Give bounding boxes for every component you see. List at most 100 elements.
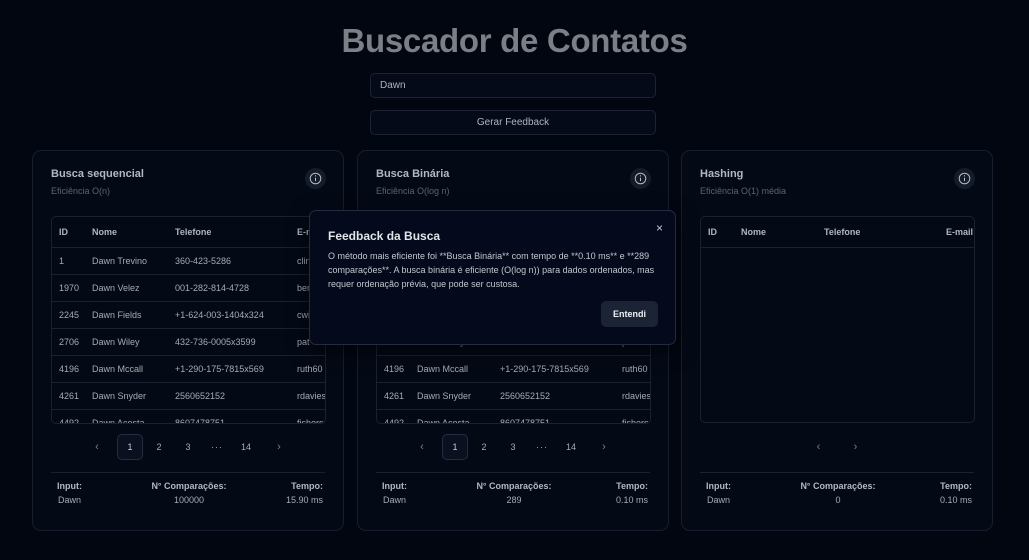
page-button[interactable]: 14 bbox=[233, 434, 259, 460]
pagination: ‹ 1 2 3 ··· 14 › bbox=[358, 434, 668, 460]
next-page-button[interactable]: › bbox=[839, 434, 873, 460]
page-button[interactable]: 1 bbox=[117, 434, 143, 460]
modal-title: Feedback da Busca bbox=[328, 229, 441, 243]
table-row[interactable]: 4492 Dawn Acosta 8607478751 fishers bbox=[377, 409, 650, 423]
column-header-name: Nome bbox=[85, 217, 168, 248]
stat-value: 15.90 ms bbox=[285, 495, 323, 505]
cell-name: Dawn Acosta bbox=[410, 409, 493, 423]
panel-subtitle: Eficiência O(n) bbox=[51, 186, 111, 196]
stat-comparisons: N° Comparações: 0 bbox=[788, 481, 888, 505]
cell-name: Dawn Snyder bbox=[85, 382, 168, 410]
generate-feedback-button[interactable]: Gerar Feedback bbox=[370, 110, 656, 135]
page-button[interactable]: 3 bbox=[175, 434, 201, 460]
cell-phone: +1-290-175-7815x569 bbox=[168, 355, 290, 383]
table-row[interactable]: 2706Dawn Wiley432-736-0005x3599pat bbox=[52, 328, 325, 356]
page-button[interactable]: 3 bbox=[500, 434, 526, 460]
table-header-row: IDNomeTelefoneE-mail bbox=[52, 217, 325, 248]
panel-title: Hashing bbox=[700, 168, 744, 180]
cell-email: rdavies bbox=[290, 382, 325, 410]
panel-subtitle: Eficiência O(log n) bbox=[376, 186, 450, 196]
page-button[interactable]: 2 bbox=[471, 434, 497, 460]
table-row[interactable]: 1970Dawn Velez001-282-814-4728ber bbox=[52, 274, 325, 302]
stat-label: N° Comparações: bbox=[800, 481, 876, 491]
stat-value: 0.10 ms bbox=[615, 495, 648, 505]
cell-email: ruth60 bbox=[290, 355, 325, 383]
divider bbox=[51, 472, 325, 473]
close-icon[interactable]: × bbox=[656, 221, 663, 235]
stat-time: Tempo: 15.90 ms bbox=[286, 481, 323, 505]
cell-id: 4261 bbox=[52, 382, 85, 410]
cell-phone: 8607478751 bbox=[493, 409, 615, 423]
cell-name: Dawn Fields bbox=[85, 301, 168, 329]
table-row[interactable]: 4261 Dawn Snyder 2560652152 rdavies bbox=[377, 382, 650, 410]
column-header-id: ID bbox=[52, 217, 85, 248]
stat-label: Input: bbox=[706, 481, 731, 491]
table-row[interactable]: 2245Dawn Fields+1-624-003-1404x324cwi bbox=[52, 301, 325, 329]
table-row[interactable]: 4196 Dawn Mccall +1-290-175-7815x569 ruth60 bbox=[377, 355, 650, 383]
understood-button[interactable]: Entendi bbox=[601, 301, 658, 327]
stat-label: Tempo: bbox=[291, 481, 323, 491]
panel-subtitle: Eficiência O(1) média bbox=[700, 186, 787, 196]
stat-value: 0.10 ms bbox=[939, 495, 972, 505]
panel-title: Busca sequencial bbox=[51, 168, 144, 180]
stat-value: 100000 bbox=[173, 495, 205, 505]
cell-phone: 2560652152 bbox=[493, 382, 615, 410]
next-page-button[interactable]: › bbox=[587, 434, 621, 460]
page-button[interactable]: 14 bbox=[558, 434, 584, 460]
cell-id: 1 bbox=[52, 247, 85, 275]
info-icon bbox=[309, 172, 322, 185]
cell-name: Dawn Mccall bbox=[410, 355, 493, 383]
cell-phone: 432-736-0005x3599 bbox=[168, 328, 290, 356]
stat-label: N° Comparações: bbox=[151, 481, 227, 491]
column-header-name: Nome bbox=[734, 217, 817, 248]
info-icon bbox=[958, 172, 971, 185]
cell-name: Dawn Wiley bbox=[85, 328, 168, 356]
table-row[interactable]: 4196 Dawn Mccall +1-290-175-7815x569 ruth60 bbox=[52, 355, 325, 383]
cell-id: 2706 bbox=[52, 328, 85, 356]
cell-name: Dawn Trevino bbox=[85, 247, 168, 275]
page-button[interactable]: 2 bbox=[146, 434, 172, 460]
column-header-phone: Telefone bbox=[168, 217, 290, 248]
feedback-modal: Feedback da Busca × O método mais eficie… bbox=[309, 210, 676, 345]
cell-id: 2245 bbox=[52, 301, 85, 329]
prev-page-button[interactable]: ‹ bbox=[405, 434, 439, 460]
prev-page-button[interactable]: ‹ bbox=[80, 434, 114, 460]
info-button[interactable] bbox=[630, 168, 651, 189]
table-row[interactable]: 1Dawn Trevino360-423-5286clin bbox=[52, 247, 325, 275]
table-row[interactable]: 4492 Dawn Acosta 8607478751 fishers bbox=[52, 409, 325, 423]
search-input[interactable] bbox=[370, 73, 656, 98]
cell-phone: 8607478751 bbox=[168, 409, 290, 423]
panel-title: Busca Binária bbox=[376, 168, 450, 180]
stat-label: Tempo: bbox=[940, 481, 972, 491]
stat-label: Input: bbox=[382, 481, 407, 491]
cell-phone: 2560652152 bbox=[168, 382, 290, 410]
prev-page-button[interactable]: ‹ bbox=[802, 434, 836, 460]
cell-id: 4492 bbox=[52, 409, 85, 423]
stat-input: Input: Dawn bbox=[57, 481, 82, 505]
info-button[interactable] bbox=[954, 168, 975, 189]
cell-phone: +1-290-175-7815x569 bbox=[493, 355, 615, 383]
cell-email: rdavies bbox=[615, 382, 650, 410]
pagination-ellipsis: ··· bbox=[536, 442, 548, 452]
divider bbox=[700, 472, 974, 473]
info-button[interactable] bbox=[305, 168, 326, 189]
cell-name: Dawn Snyder bbox=[410, 382, 493, 410]
cell-name: Dawn Velez bbox=[85, 274, 168, 302]
results-table: ID Nome Telefone E-mail bbox=[700, 216, 975, 423]
next-page-button[interactable]: › bbox=[262, 434, 296, 460]
stat-input: Input: Dawn bbox=[382, 481, 407, 505]
stat-value: Dawn bbox=[382, 495, 406, 505]
stat-value: 0 bbox=[835, 495, 841, 505]
pagination: ‹ › bbox=[682, 434, 992, 460]
cell-email: fishers bbox=[290, 409, 325, 423]
stat-comparisons: N° Comparações: 100000 bbox=[139, 481, 239, 505]
cell-phone: 001-282-814-4728 bbox=[168, 274, 290, 302]
search-panel: Busca sequencial Eficiência O(n) ID Nome Tel… bbox=[32, 150, 344, 531]
stat-input: Input: Dawn bbox=[706, 481, 731, 505]
stat-value: Dawn bbox=[706, 495, 730, 505]
column-header-phone: Telefone bbox=[817, 217, 939, 248]
stat-value: Dawn bbox=[57, 495, 81, 505]
page-button[interactable]: 1 bbox=[442, 434, 468, 460]
stat-time: Tempo: 0.10 ms bbox=[616, 481, 648, 505]
table-row[interactable]: 4261 Dawn Snyder 2560652152 rdavies bbox=[52, 382, 325, 410]
